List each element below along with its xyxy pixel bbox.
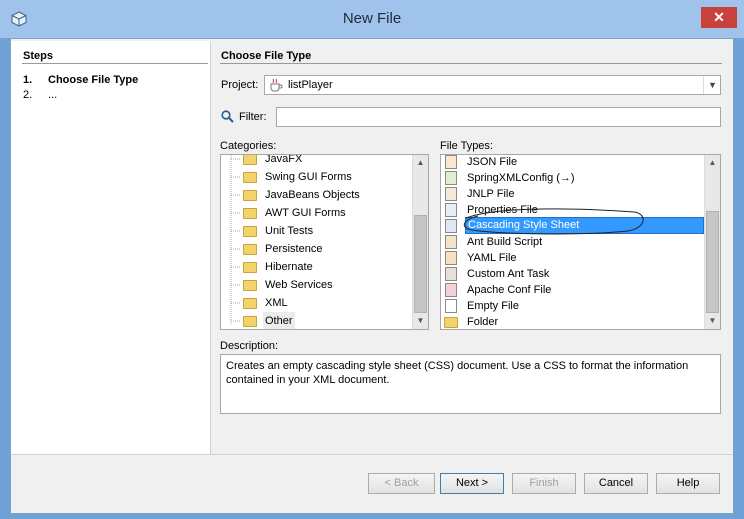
step-2-number: 2. [23,89,33,101]
file-types-scrollbar[interactable]: ▲ ▼ [704,155,720,329]
page-title: Choose File Type [221,50,312,62]
description-label: Description: [220,340,279,352]
properties-file-icon [445,203,457,217]
category-unit-tests[interactable]: Unit Tests [265,222,313,240]
category-xml[interactable]: XML [265,294,288,312]
filetype-folder[interactable]: Folder [467,313,498,329]
project-coffee-icon [270,78,283,92]
close-icon: ✕ [713,9,725,25]
folder-icon [444,317,458,328]
category-javabeans-objects[interactable]: JavaBeans Objects [265,186,360,204]
folder-icon [243,244,257,255]
folder-icon [243,262,257,273]
folder-icon [243,155,257,165]
folder-icon [243,190,257,201]
spring-leaf-icon [445,171,457,185]
folder-icon [243,280,257,291]
steps-panel [11,41,211,454]
help-button[interactable]: Help [656,473,720,494]
folder-icon [243,172,257,183]
file-types-list[interactable]: JSON File SpringXMLConfig (→) JNLP File … [440,154,721,330]
filter-label: Filter: [239,111,267,123]
category-other[interactable]: Other [263,312,295,329]
search-icon [221,110,234,123]
category-persistence[interactable]: Persistence [265,240,322,258]
step-1-label: Choose File Type [48,74,139,86]
category-swing-gui-forms[interactable]: Swing GUI Forms [265,168,352,186]
folder-icon [243,208,257,219]
step-1-number: 1. [23,74,33,86]
steps-title: Steps [23,50,53,62]
next-button[interactable]: Next > [440,473,504,494]
finish-button[interactable]: Finish [512,473,576,494]
category-awt-gui-forms[interactable]: AWT GUI Forms [265,204,346,222]
folder-icon [243,298,257,309]
jnlp-file-icon [445,187,457,201]
hand-drawn-circle-annotation [463,208,644,235]
categories-list[interactable]: JavaFX Swing GUI Forms JavaBeans Objects… [220,154,429,330]
description-text: Creates an empty cascading style sheet (… [220,354,721,414]
scroll-up-icon[interactable]: ▲ [413,156,428,170]
scroll-thumb[interactable] [706,211,719,313]
category-hibernate[interactable]: Hibernate [265,258,313,276]
ant-script-icon [445,235,457,249]
button-bar-divider [11,454,733,455]
yaml-file-icon [445,251,457,265]
category-web-services[interactable]: Web Services [265,276,333,294]
custom-ant-task-icon [445,267,457,281]
css-file-icon [445,219,457,233]
file-types-label: File Types: [440,140,493,152]
apache-feather-icon [445,283,457,297]
category-javafx[interactable]: JavaFX [265,155,302,168]
categories-label: Categories: [220,140,277,152]
scroll-thumb[interactable] [414,215,427,313]
project-value: listPlayer [288,79,333,91]
back-button[interactable]: < Back [368,473,435,494]
chevron-down-icon[interactable]: ▼ [703,76,721,94]
categories-scrollbar[interactable]: ▲ ▼ [412,155,428,329]
scroll-down-icon[interactable]: ▼ [705,314,720,328]
folder-icon [243,226,257,237]
folder-icon [243,316,257,327]
header-divider [220,63,722,64]
window-title: New File [342,10,402,27]
empty-file-icon [445,299,457,313]
scroll-up-icon[interactable]: ▲ [705,156,720,170]
cancel-button[interactable]: Cancel [584,473,648,494]
steps-divider [22,63,208,64]
scroll-down-icon[interactable]: ▼ [413,314,428,328]
project-label: Project: [221,79,259,91]
step-2-label: ... [48,89,58,101]
close-button[interactable]: ✕ [701,7,737,28]
filter-input[interactable] [276,107,721,127]
json-file-icon [445,155,457,169]
